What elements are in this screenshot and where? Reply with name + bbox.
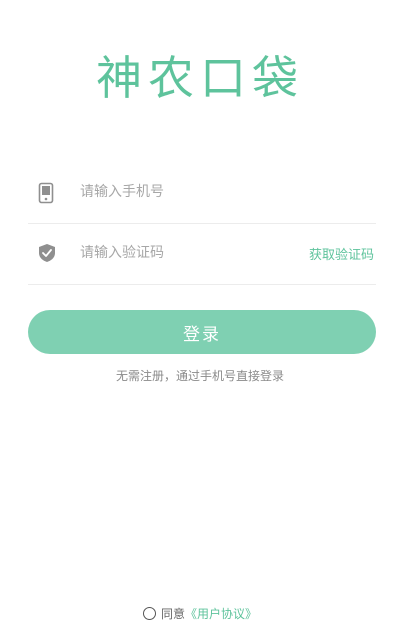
login-page: 神农口袋 获取验证码 登录 无需注册，通过手机号直接登录 同意 《用户协议》 <box>0 0 400 643</box>
phone-field-row <box>28 163 376 224</box>
phone-icon <box>38 182 54 204</box>
code-input[interactable] <box>80 241 280 265</box>
user-agreement-link[interactable]: 《用户协议》 <box>185 605 257 622</box>
app-logo: 神农口袋 <box>96 51 304 105</box>
login-button[interactable]: 登录 <box>28 310 376 354</box>
phone-input[interactable] <box>80 180 280 204</box>
agreement-row: 同意 《用户协议》 <box>0 605 400 622</box>
shield-icon <box>38 243 55 265</box>
login-hint: 无需注册，通过手机号直接登录 <box>115 369 284 383</box>
code-field-row: 获取验证码 <box>28 224 376 285</box>
agree-label: 同意 <box>160 607 185 621</box>
agree-radio[interactable] <box>142 607 156 620</box>
get-code-button[interactable]: 获取验证码 <box>309 244 374 263</box>
